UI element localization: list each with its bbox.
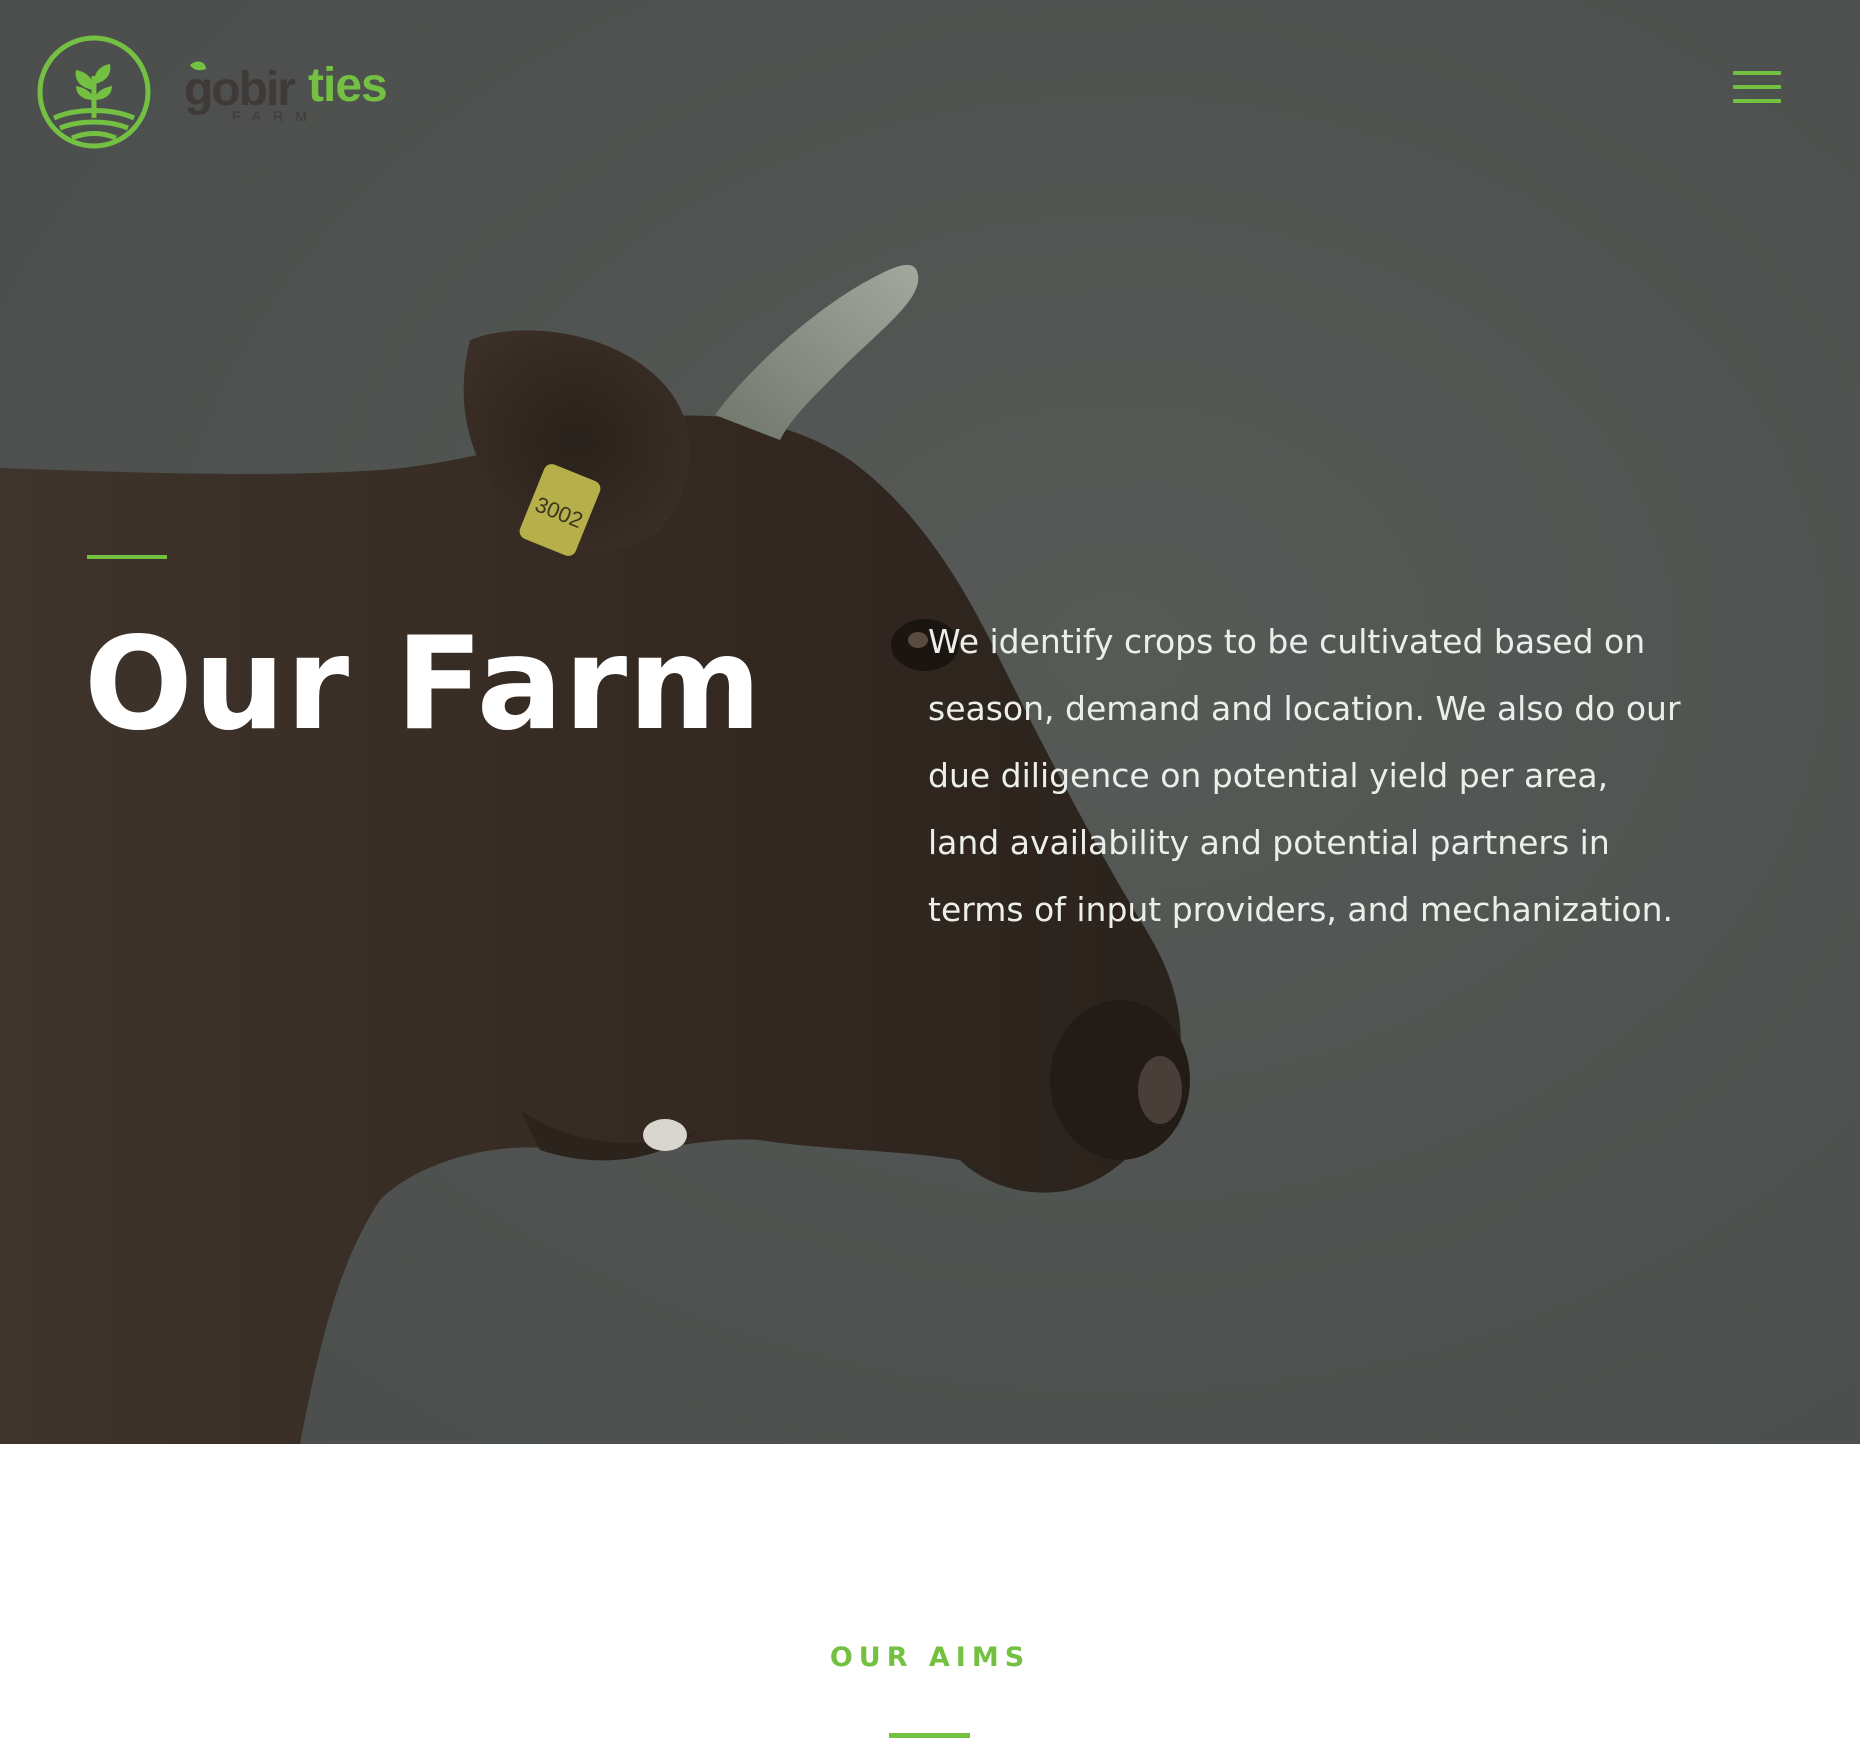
logo-link[interactable]: gobir ties FARM <box>36 32 436 152</box>
hero-description: We identify crops to be cultivated based… <box>928 622 1681 929</box>
logo-wordmark: gobir ties FARM <box>184 57 414 127</box>
site-header: gobir ties FARM <box>0 0 1860 180</box>
page: 3002 gobir ties FARM Our Farm We identif… <box>0 0 1860 1762</box>
logo-name-green: ties <box>308 59 387 112</box>
section-label-our-aims: OUR AIMS <box>829 1642 1031 1673</box>
hero-section: 3002 gobir ties FARM Our Farm We identif… <box>0 0 1860 1444</box>
menu-line-bottom <box>1733 99 1781 103</box>
hero-accent-bar <box>87 555 167 559</box>
page-title: Our Farm <box>84 610 763 759</box>
hamburger-menu-icon[interactable] <box>1730 68 1784 112</box>
menu-line-middle <box>1733 85 1781 89</box>
section-accent-bar <box>889 1733 970 1738</box>
menu-line-top <box>1733 71 1781 75</box>
logo-tagline: FARM <box>232 108 319 124</box>
farm-sprout-logo-icon <box>37 35 151 149</box>
